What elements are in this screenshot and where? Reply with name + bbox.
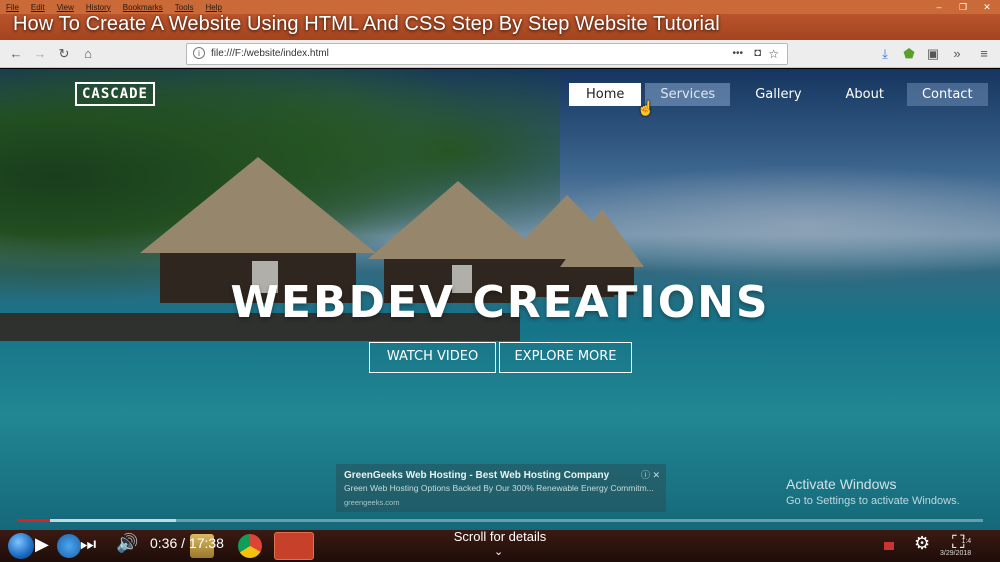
download-icon[interactable]: ⤓: [877, 46, 893, 62]
chevron-down-icon[interactable]: ⌄: [494, 545, 503, 558]
overflow-chevron-icon[interactable]: »: [949, 46, 965, 62]
address-bar[interactable]: i file:///F:/website/index.html ••• ◘ ☆: [186, 43, 788, 65]
window-controls: – ❐ ✕: [930, 0, 996, 14]
site-navigation: Home Services Gallery About Contact: [569, 83, 988, 106]
forward-icon[interactable]: →: [32, 46, 48, 62]
bookmark-star-icon[interactable]: ☆: [768, 47, 779, 61]
menu-edit[interactable]: Edit: [31, 3, 45, 12]
explore-more-button[interactable]: EXPLORE MORE: [499, 342, 632, 373]
video-ad-overlay[interactable]: GreenGeeks Web Hosting - Best Web Hostin…: [336, 464, 666, 512]
reload-icon[interactable]: ↻: [56, 46, 72, 62]
sidebar-icon[interactable]: ▣: [925, 46, 941, 62]
menu-view[interactable]: View: [57, 3, 74, 12]
menu-file[interactable]: File: [6, 3, 19, 12]
video-progress-bar[interactable]: [17, 519, 983, 522]
minimize-icon[interactable]: –: [930, 2, 948, 13]
nav-home[interactable]: Home: [569, 83, 642, 106]
menu-help[interactable]: Help: [205, 3, 221, 12]
extension-icon[interactable]: ⬟: [901, 46, 917, 62]
back-icon[interactable]: ←: [8, 46, 24, 62]
menu-bookmarks[interactable]: Bookmarks: [123, 3, 163, 12]
hamburger-menu-icon[interactable]: ≡: [976, 46, 992, 62]
maximize-icon[interactable]: ❐: [954, 2, 972, 13]
home-icon[interactable]: ⌂: [80, 46, 96, 62]
mouse-cursor-icon: ☝: [637, 100, 655, 116]
nav-services[interactable]: Services: [645, 83, 731, 106]
system-clock: 1:4 3/29/2018: [940, 536, 971, 560]
clock-time: 1:4: [961, 538, 972, 545]
scroll-for-details[interactable]: Scroll for details: [0, 529, 1000, 544]
site-info-icon[interactable]: i: [193, 47, 205, 59]
pocket-icon[interactable]: ◘: [754, 47, 761, 59]
ad-url[interactable]: greengeeks.com: [344, 498, 399, 507]
site-logo[interactable]: CASCADE: [75, 82, 155, 106]
nav-contact[interactable]: Contact: [906, 83, 988, 106]
hero-title: WEBDEV CREATIONS: [230, 277, 770, 328]
browser-menubar: File Edit View History Bookmarks Tools H…: [0, 0, 1000, 14]
ad-close-icon[interactable]: ⓘ ✕: [641, 468, 660, 481]
nav-gallery[interactable]: Gallery: [740, 83, 816, 106]
close-icon[interactable]: ✕: [978, 2, 996, 13]
watch-video-button[interactable]: WATCH VIDEO: [369, 342, 496, 373]
activate-windows-subtitle: Go to Settings to activate Windows.: [786, 495, 960, 507]
menu-tools[interactable]: Tools: [175, 3, 194, 12]
web-page-viewport: CASCADE Home Services Gallery About Cont…: [0, 69, 1000, 530]
settings-gear-icon[interactable]: ⚙: [914, 534, 930, 552]
address-text[interactable]: file:///F:/website/index.html: [211, 48, 329, 59]
played-progress: [17, 519, 50, 522]
page-actions-icon[interactable]: •••: [732, 48, 743, 59]
clock-date: 3/29/2018: [940, 550, 972, 557]
menu-history[interactable]: History: [86, 3, 111, 12]
video-title[interactable]: How To Create A Website Using HTML And C…: [13, 13, 720, 36]
ad-title[interactable]: GreenGeeks Web Hosting - Best Web Hostin…: [344, 470, 609, 481]
nav-about[interactable]: About: [831, 83, 899, 106]
ad-description: Green Web Hosting Options Backed By Our …: [344, 483, 654, 493]
browser-toolbar: ← → ↻ ⌂ i file:///F:/website/index.html …: [0, 40, 1000, 68]
activate-windows-title: Activate Windows: [786, 476, 897, 492]
